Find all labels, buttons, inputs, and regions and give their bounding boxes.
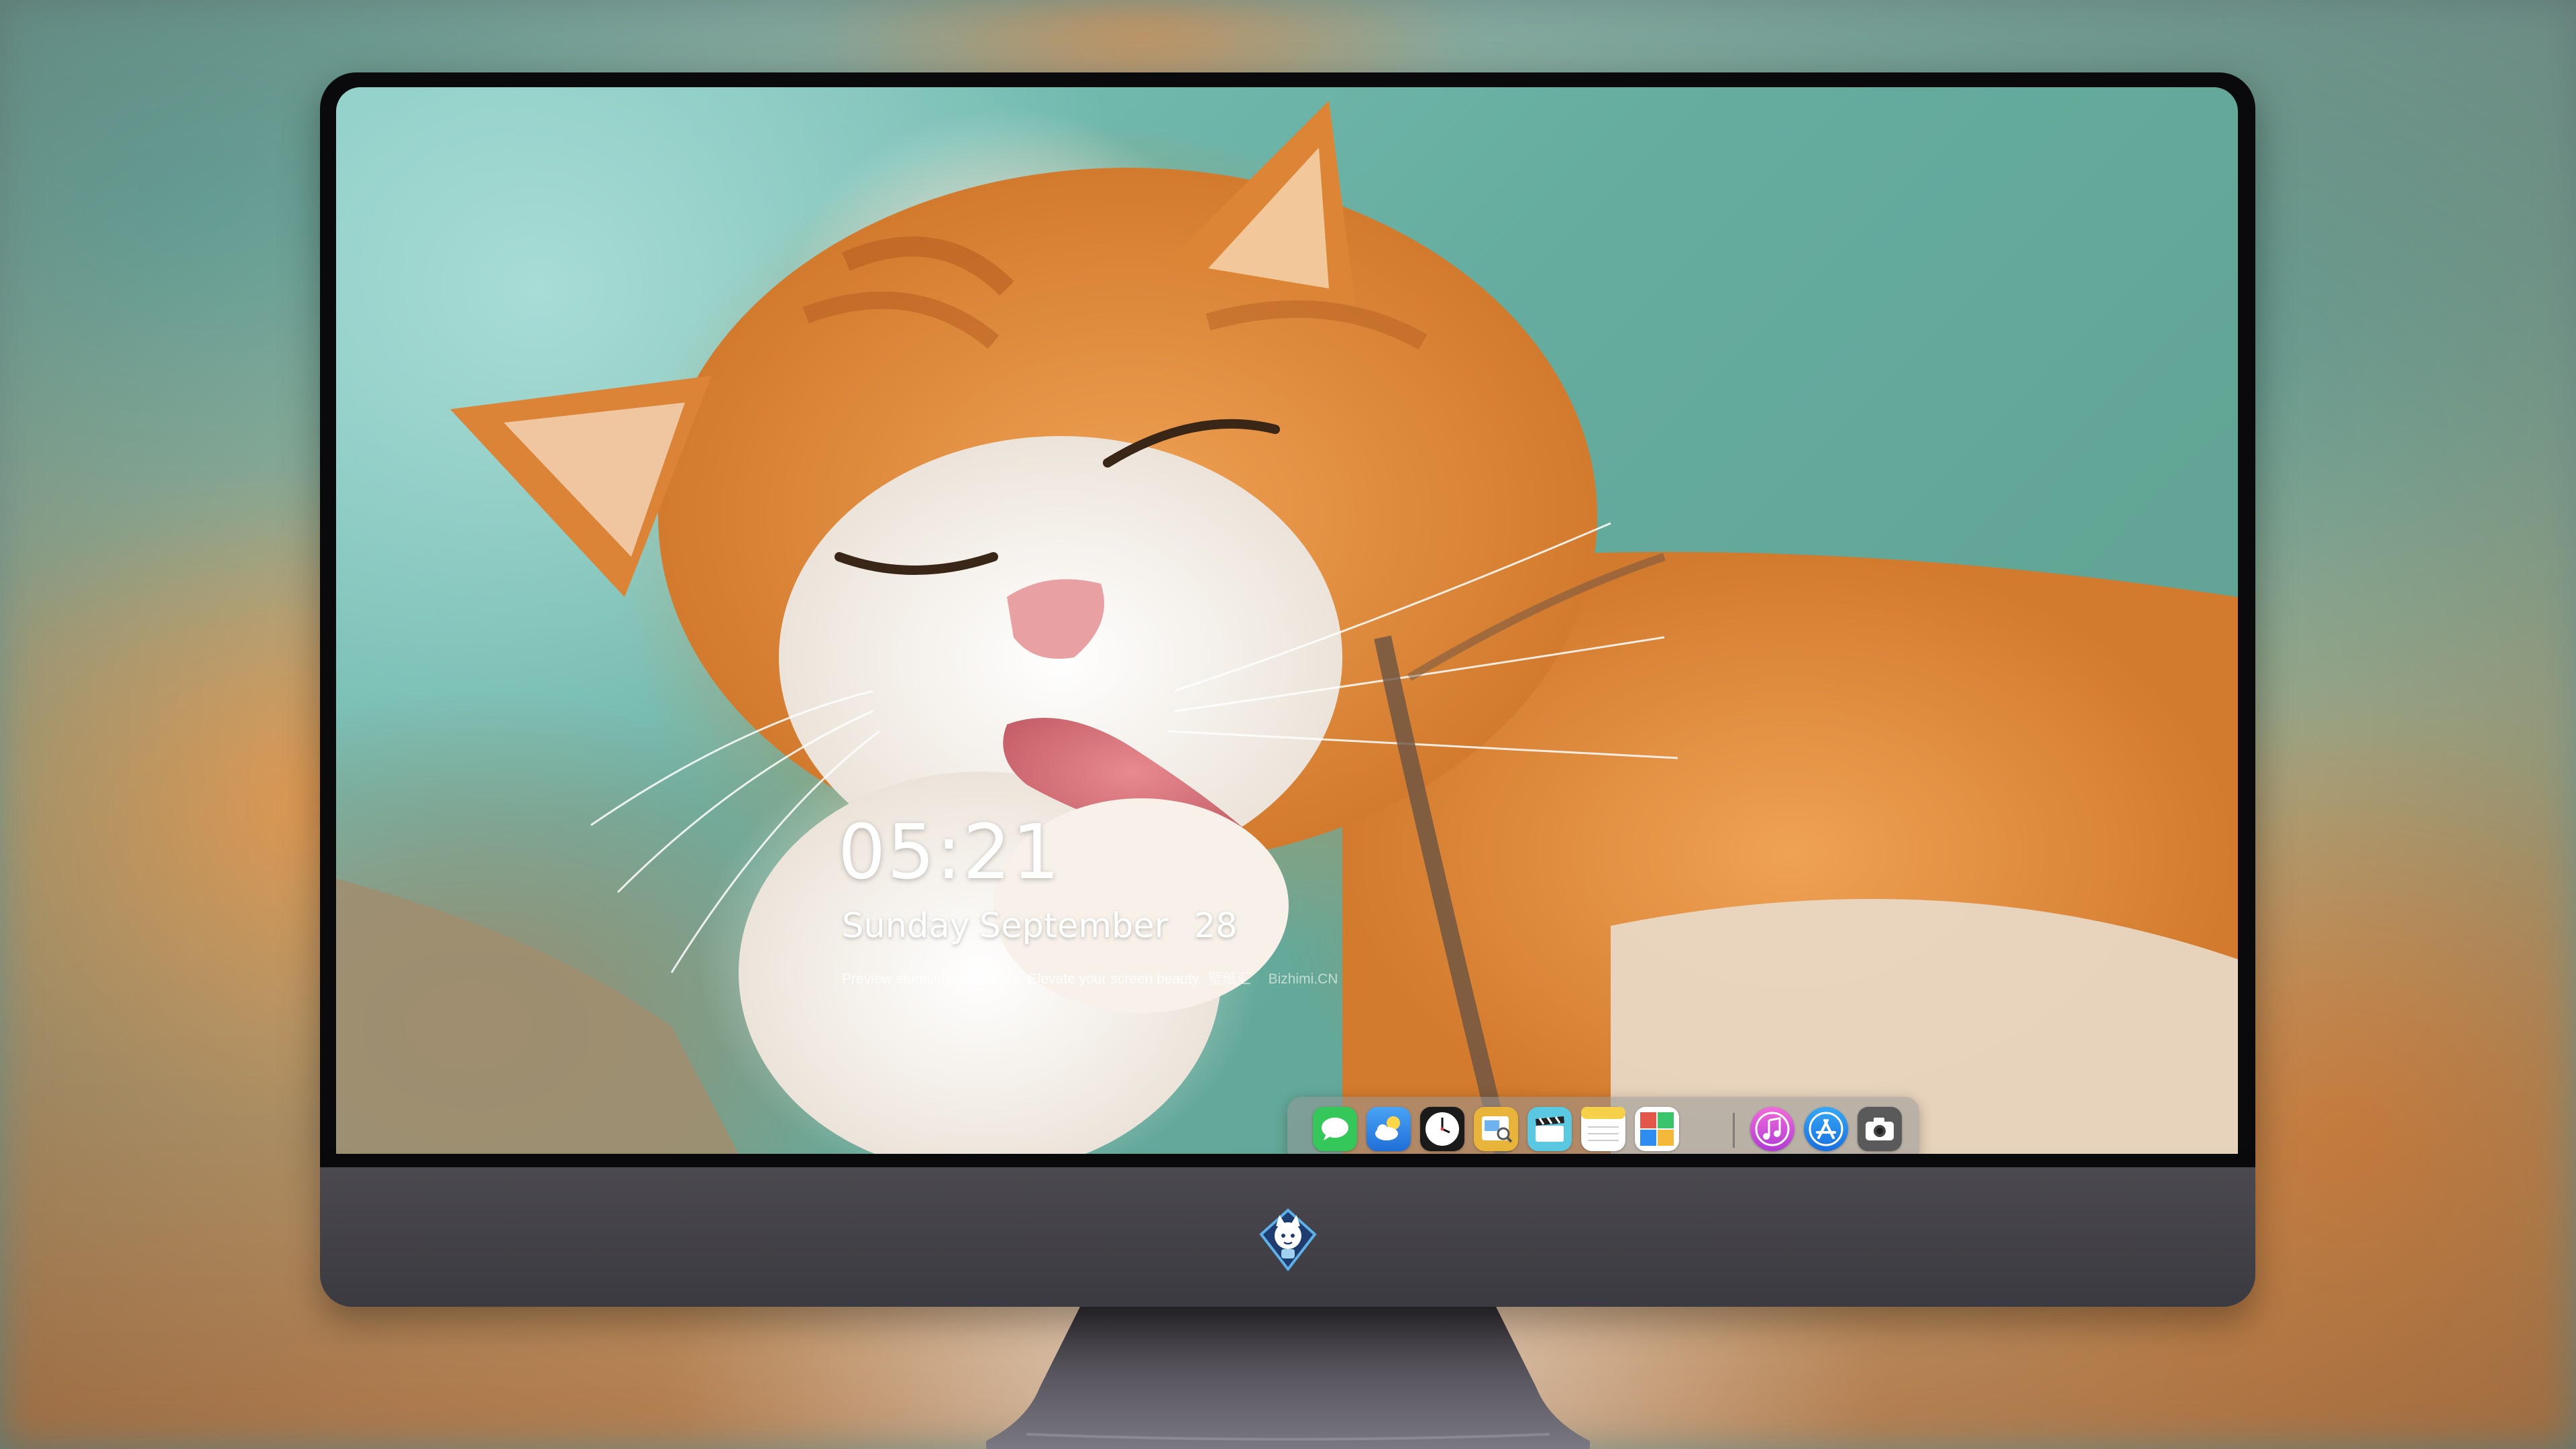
dock-separator — [1733, 1113, 1735, 1148]
dock-app-app-store[interactable] — [1804, 1107, 1848, 1151]
messages-icon — [1322, 1118, 1348, 1140]
dock-app-clock[interactable] — [1420, 1107, 1464, 1151]
date-month: September — [979, 906, 1169, 946]
lock-screen-clock: 05:21 — [838, 809, 1061, 896]
dock-app-photo-booth[interactable] — [1635, 1107, 1679, 1151]
app-store-icon — [1809, 1112, 1843, 1146]
clock-icon — [1426, 1112, 1459, 1146]
dock-app-weather[interactable] — [1366, 1107, 1411, 1151]
desktop-scene: 05:21 Sunday September 28 Preview stunning… — [0, 0, 2576, 1449]
lock-screen: 05:21 Sunday September 28 Preview stunning… — [336, 87, 2238, 1154]
monitor-chin — [320, 1167, 2255, 1307]
music-icon — [1755, 1112, 1790, 1146]
photo-booth-icon — [1640, 1112, 1674, 1146]
date-day: 28 — [1193, 906, 1238, 946]
site-name-en: Bizhimi.CN — [1268, 971, 1338, 987]
monitor-stand — [986, 1307, 1590, 1449]
preview-icon — [1482, 1116, 1513, 1143]
camera-icon — [1866, 1118, 1894, 1140]
notes-icon — [1581, 1107, 1625, 1141]
dock-app-preview[interactable] — [1474, 1107, 1518, 1151]
monitor: 05:21 Sunday September 28 Preview stunning… — [320, 72, 2255, 1307]
mascot-logo-icon — [1259, 1208, 1317, 1272]
dock-app-camera[interactable] — [1858, 1107, 1902, 1151]
date-weekday: Sunday — [842, 906, 970, 946]
dock-app-music[interactable] — [1750, 1107, 1794, 1151]
dock-app-notes[interactable] — [1581, 1107, 1625, 1151]
lock-screen-date: Sunday September 28 — [842, 909, 1247, 943]
dock-app-clips[interactable] — [1527, 1107, 1572, 1151]
monitor-bezel: 05:21 Sunday September 28 Preview stunning… — [320, 72, 2255, 1167]
clapperboard-icon — [1536, 1116, 1564, 1142]
wallpaper-tagline: Preview stunning wallpapers. Elevate you… — [842, 972, 1338, 986]
dock-app-messages[interactable] — [1313, 1107, 1357, 1151]
cat-wallpaper — [336, 101, 2238, 1154]
tagline-text: Preview stunning wallpapers. Elevate you… — [842, 971, 1202, 987]
site-name-cn: 壁纸汇 — [1208, 971, 1251, 987]
dock — [1287, 1097, 1919, 1154]
weather-icon — [1375, 1116, 1400, 1140]
